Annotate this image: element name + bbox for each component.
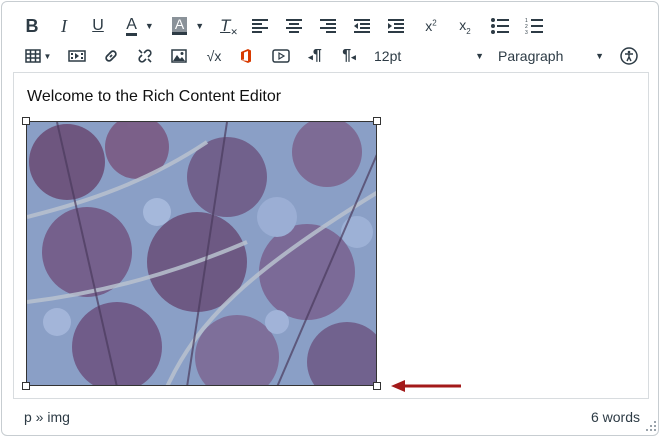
resize-handle-bottom-right[interactable]	[373, 382, 381, 390]
background-color-button[interactable]: A ▼	[168, 12, 208, 40]
resize-grip-icon[interactable]	[646, 421, 656, 431]
selected-image[interactable]	[26, 121, 377, 386]
background-color-icon: A	[171, 17, 188, 35]
image-with-tree-leaves	[27, 122, 376, 385]
chevron-down-icon: ▼	[43, 51, 52, 61]
unlink-button[interactable]	[134, 42, 156, 70]
image-icon	[171, 49, 187, 63]
rtl-paragraph-button[interactable]: ¶◂	[338, 42, 360, 70]
chevron-down-icon: ▼	[144, 21, 154, 31]
rtl-paragraph-icon: ¶◂	[342, 47, 356, 64]
bullet-list-icon	[491, 18, 509, 34]
font-size-value: 12pt	[374, 48, 402, 64]
table-button[interactable]: ▼	[22, 42, 54, 70]
indent-button[interactable]	[386, 12, 406, 40]
editor-content-area[interactable]: Welcome to the Rich Content Editor	[13, 72, 649, 399]
media-button[interactable]	[66, 42, 88, 70]
word-count: 6 words	[590, 409, 640, 425]
status-bar: p » img 6 words	[2, 399, 662, 437]
underline-icon: U	[92, 17, 104, 34]
italic-icon: I	[61, 15, 67, 36]
editor-paragraph[interactable]: Welcome to the Rich Content Editor	[27, 88, 281, 106]
unlink-icon	[138, 49, 152, 63]
bold-icon: B	[25, 15, 39, 36]
outdent-button[interactable]	[352, 12, 372, 40]
text-color-icon: A	[126, 16, 137, 36]
link-icon	[105, 50, 117, 62]
media-icon	[68, 50, 86, 62]
link-button[interactable]	[100, 42, 122, 70]
paragraph-format-value: Paragraph	[498, 48, 564, 64]
underline-button[interactable]: U	[88, 12, 108, 40]
paragraph-format-dropdown[interactable]: Paragraph ▼	[498, 42, 604, 70]
numbered-list-icon: 123	[525, 18, 543, 35]
align-left-icon	[252, 19, 268, 33]
superscript-icon: x2	[425, 18, 437, 34]
indent-icon	[388, 19, 404, 33]
math-button[interactable]: √x	[202, 42, 226, 70]
align-right-icon	[320, 19, 336, 33]
superscript-button[interactable]: x2	[420, 12, 442, 40]
image-button[interactable]	[168, 42, 190, 70]
clear-formatting-icon: T✕	[220, 16, 238, 37]
bullet-list-button[interactable]	[489, 12, 511, 40]
table-icon	[24, 49, 41, 63]
subscript-button[interactable]: x2	[454, 12, 476, 40]
office-button[interactable]	[236, 42, 256, 70]
font-size-dropdown[interactable]: 12pt ▼	[374, 42, 484, 70]
italic-button[interactable]: I	[54, 12, 74, 40]
resize-handle-top-right[interactable]	[373, 117, 381, 125]
rich-content-editor: B I U A ▼ A ▼ T✕ x2 x2 123 ▼ √x ◂¶ ¶◂ 12…	[1, 1, 659, 436]
element-path[interactable]: p » img	[24, 409, 70, 425]
office-icon	[241, 49, 251, 63]
chevron-down-icon: ▼	[595, 51, 604, 61]
align-center-button[interactable]	[284, 12, 304, 40]
numbered-list-button[interactable]: 123	[523, 12, 545, 40]
video-button[interactable]	[270, 42, 292, 70]
accessibility-button[interactable]	[618, 42, 640, 70]
subscript-icon: x2	[459, 16, 471, 36]
resize-handle-bottom-left[interactable]	[22, 382, 30, 390]
clear-formatting-button[interactable]: T✕	[218, 12, 240, 40]
outdent-icon	[354, 19, 370, 33]
align-center-icon	[286, 19, 302, 33]
video-icon	[272, 49, 290, 63]
align-left-button[interactable]	[250, 12, 270, 40]
math-icon: √x	[206, 48, 222, 64]
resize-handle-top-left[interactable]	[22, 117, 30, 125]
ltr-paragraph-icon: ◂¶	[308, 47, 322, 64]
arrow-left-annotation	[391, 380, 461, 392]
text-color-button[interactable]: A ▼	[120, 12, 160, 40]
svg-text:3: 3	[525, 30, 528, 35]
chevron-down-icon: ▼	[195, 21, 205, 31]
accessibility-icon	[620, 47, 638, 65]
ltr-paragraph-button[interactable]: ◂¶	[304, 42, 326, 70]
chevron-down-icon: ▼	[475, 51, 484, 61]
bold-button[interactable]: B	[22, 12, 42, 40]
align-right-button[interactable]	[318, 12, 338, 40]
